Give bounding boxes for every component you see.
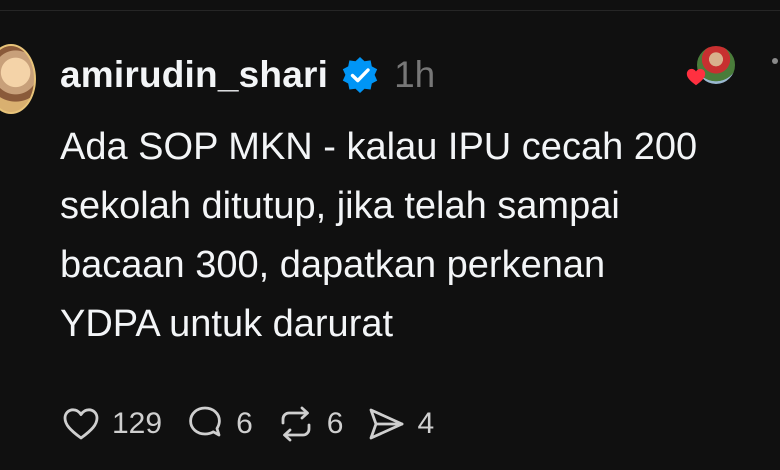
- post-line: YDPA untuk darurat: [60, 303, 394, 345]
- author-username[interactable]: amirudin_shari: [60, 54, 328, 96]
- reply-button[interactable]: 6: [184, 403, 253, 445]
- verified-badge-icon: [342, 57, 378, 93]
- reply-count: 6: [236, 407, 253, 440]
- top-divider: [0, 0, 780, 11]
- post-line: sekolah ditutup, jika telah sampai: [60, 185, 620, 227]
- repost-count: 6: [326, 407, 344, 440]
- red-heart-icon: [686, 68, 706, 86]
- comment-icon: [189, 406, 221, 437]
- author-avatar[interactable]: [0, 44, 36, 114]
- send-icon: [370, 408, 404, 440]
- like-count: 129: [112, 407, 163, 440]
- share-count: 4: [417, 407, 435, 440]
- post-line: bacaan 300, dapatkan perkenan: [60, 244, 606, 286]
- like-button[interactable]: 129: [60, 403, 162, 445]
- repost-button[interactable]: 6: [275, 403, 344, 445]
- post-header: amirudin_shari 1h: [60, 52, 435, 98]
- post-body: Ada SOP MKN - kalau IPU cecah 200 sekola…: [60, 118, 780, 354]
- more-options-icon[interactable]: [772, 58, 778, 64]
- repost-icon: [281, 406, 311, 442]
- post-line: Ada SOP MKN - kalau IPU cecah 200: [60, 126, 698, 168]
- post-actions: 129 6 6 4: [60, 400, 456, 448]
- share-button[interactable]: 4: [365, 403, 434, 445]
- post-timestamp: 1h: [394, 54, 436, 95]
- heart-icon: [63, 408, 99, 440]
- liker-indicator[interactable]: [686, 44, 741, 90]
